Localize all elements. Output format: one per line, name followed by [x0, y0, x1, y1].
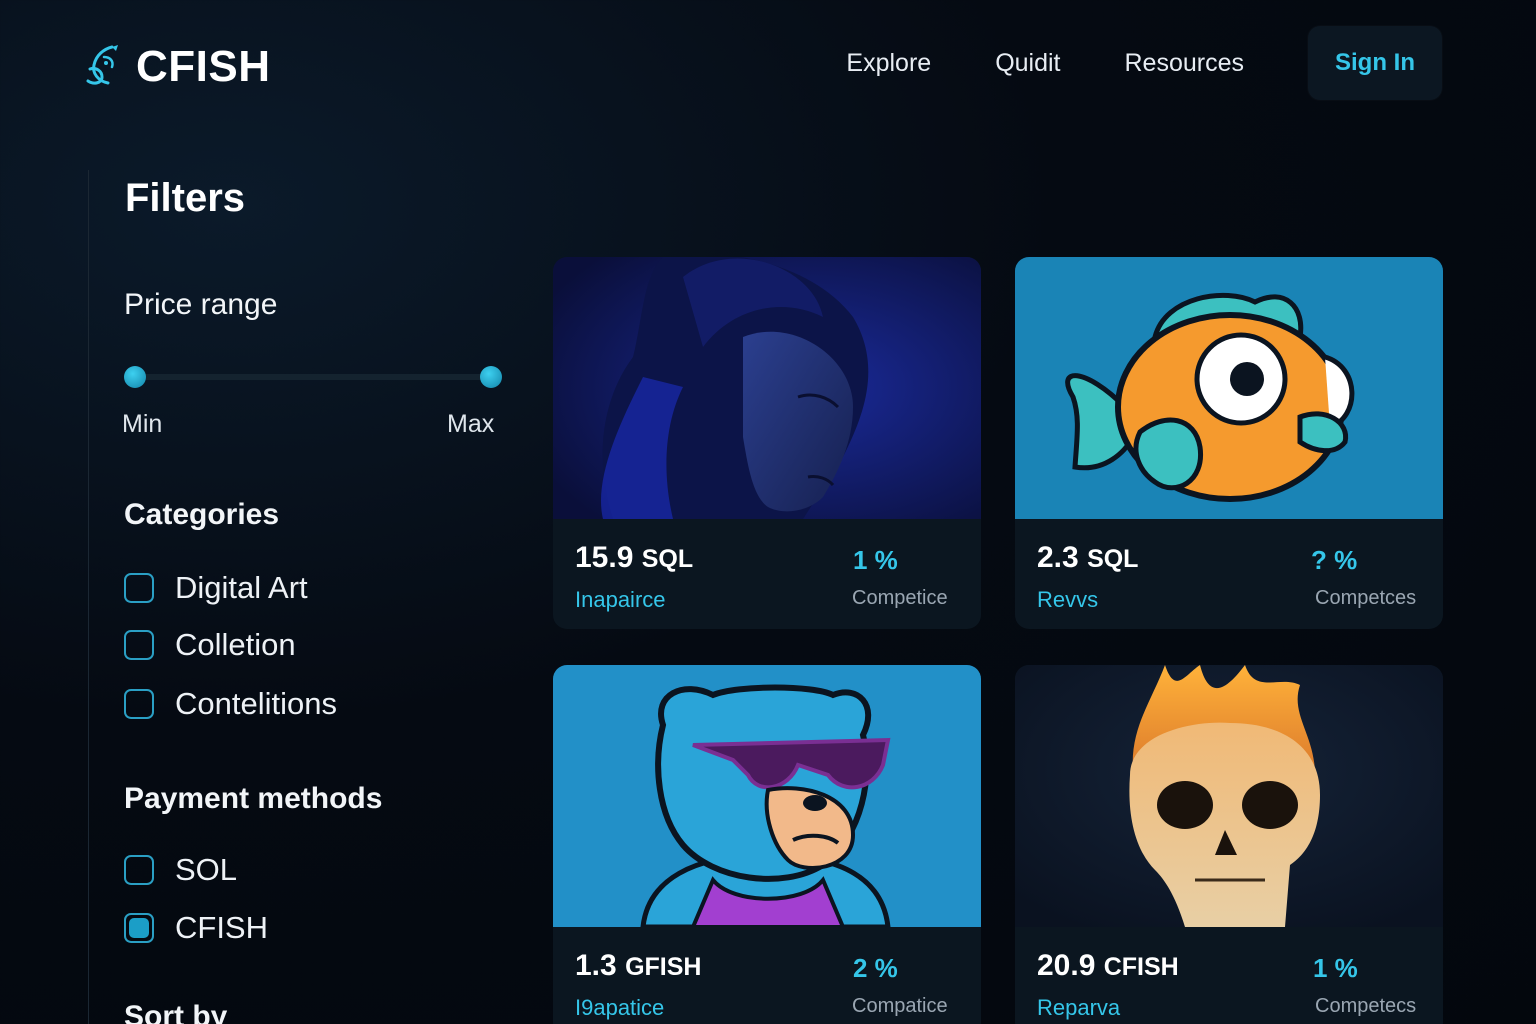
price-range-slider[interactable] [124, 366, 502, 388]
nft-image-blue-bear [553, 665, 981, 927]
card-name[interactable]: I9apatice [575, 995, 664, 1021]
price-max-handle[interactable] [480, 366, 502, 388]
nft-card[interactable]: 20.9 CFISH Reparva 1 % Competecs [1015, 665, 1443, 1024]
price-value: 1.3 [575, 949, 617, 982]
price-value: 2.3 [1037, 541, 1079, 574]
nav-quidit[interactable]: Quidit [995, 49, 1060, 78]
card-percent: 1 % [853, 545, 898, 575]
card-subtext: Compatice [852, 995, 948, 1017]
checkbox[interactable] [124, 855, 154, 885]
fish-swirl-icon [86, 45, 118, 85]
card-subtext: Competecs [1315, 995, 1417, 1017]
nft-image-orange-fish [1015, 257, 1443, 519]
card-subtext: Competice [852, 587, 948, 609]
checkbox-label: CFISH [175, 910, 268, 945]
nav-resources[interactable]: Resources [1125, 49, 1245, 78]
price-range-title: Price range [124, 288, 278, 321]
category-contelitions[interactable]: Contelitions [124, 686, 337, 722]
payment-methods-title: Payment methods [124, 782, 383, 815]
price-max-label: Max [447, 410, 495, 438]
card-info: 20.9 CFISH Reparva 1 % Competecs [1015, 927, 1443, 1024]
category-colletion[interactable]: Colletion [124, 627, 296, 663]
brand-name: CFISH [136, 42, 271, 91]
card-subtext: Competces [1315, 587, 1417, 609]
price-unit: CFISH [1103, 953, 1179, 981]
brand-logo[interactable]: CFISH [82, 42, 271, 92]
sort-by-title: Sort by [124, 1000, 228, 1024]
card-percent: 1 % [1313, 953, 1358, 983]
categories-title: Categories [124, 498, 280, 531]
nav-explore[interactable]: Explore [846, 49, 931, 78]
checkbox-label: Contelitions [175, 686, 337, 721]
price-unit: SQL [1087, 545, 1139, 573]
checkbox-label: SOL [175, 852, 238, 887]
checkbox-label: Colletion [175, 627, 296, 662]
card-info: 15.9 SQL Inapairce 1 % Competice [553, 519, 981, 629]
price-value: 15.9 [575, 541, 634, 574]
checkbox[interactable] [124, 630, 154, 660]
payment-sol[interactable]: SOL [124, 852, 237, 888]
checkbox[interactable] [124, 573, 154, 603]
nft-card[interactable]: 1.3 GFISH I9apatice 2 % Compatice [553, 665, 981, 1024]
sign-in-button[interactable]: Sign In [1308, 26, 1442, 100]
main-nav: Explore Quidit Resources Sign In [846, 26, 1442, 100]
card-name[interactable]: Revvs [1037, 587, 1098, 613]
filters-title: Filters [125, 176, 246, 220]
card-percent: ? % [1311, 545, 1358, 575]
price-min-label: Min [122, 410, 163, 438]
card-name[interactable]: Inapairce [575, 587, 666, 613]
card-name[interactable]: Reparva [1037, 995, 1120, 1021]
checkbox-checked[interactable] [124, 913, 154, 943]
nft-card[interactable]: 15.9 SQL Inapairce 1 % Competice [553, 257, 981, 629]
card-price: 1.3 GFISH [575, 949, 701, 983]
nft-image-blue-woman [553, 257, 981, 519]
card-percent: 2 % [853, 953, 898, 983]
nft-image-flaming-skull [1015, 665, 1443, 927]
filters-sidebar: Filters Price range Min Max Categories D… [88, 170, 528, 1024]
price-min-handle[interactable] [124, 366, 146, 388]
checkbox[interactable] [124, 689, 154, 719]
card-price: 15.9 SQL [575, 541, 693, 575]
card-price: 20.9 CFISH [1037, 949, 1179, 983]
category-digital-art[interactable]: Digital Art [124, 570, 308, 606]
price-value: 20.9 [1037, 949, 1096, 982]
card-price: 2.3 SQL [1037, 541, 1138, 575]
price-unit: SQL [641, 545, 694, 573]
card-info: 1.3 GFISH I9apatice 2 % Compatice [553, 927, 981, 1024]
payment-cfish[interactable]: CFISH [124, 910, 268, 946]
top-header: CFISH Explore Quidit Resources Sign In [0, 0, 1536, 130]
price-unit: GFISH [625, 953, 702, 981]
card-info: 2.3 SQL Revvs ? % Competces [1015, 519, 1443, 629]
nft-card[interactable]: 2.3 SQL Revvs ? % Competces [1015, 257, 1443, 629]
checkbox-label: Digital Art [175, 570, 308, 605]
